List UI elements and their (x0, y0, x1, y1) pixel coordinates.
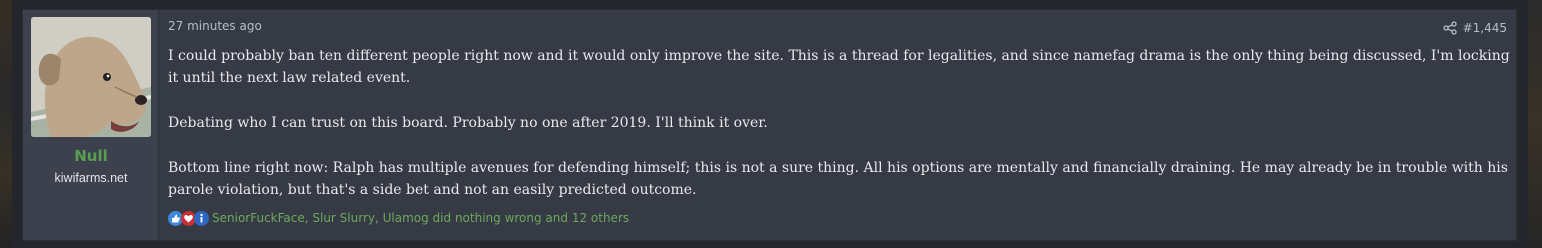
post-paragraph: Bottom line right now: Ralph has multipl… (168, 160, 1508, 198)
user-title: kiwifarms.net (54, 171, 128, 185)
reactions-list-link[interactable]: SeniorFuckFace, Slur Slurry, Ulamog did … (212, 211, 629, 225)
thread-page: Null kiwifarms.net 27 minutes ago #1,445… (0, 0, 1542, 248)
post-timestamp[interactable]: 27 minutes ago (168, 19, 262, 33)
forum-post: Null kiwifarms.net 27 minutes ago #1,445… (22, 9, 1517, 241)
informative-icon (194, 210, 209, 226)
post-body: I could probably ban ten different peopl… (168, 45, 1513, 201)
background-strip-right (1528, 0, 1542, 248)
post-user-cell: Null kiwifarms.net (23, 10, 159, 240)
post-main-cell: 27 minutes ago #1,445 I could probably b… (159, 10, 1516, 240)
reactions-bar[interactable]: SeniorFuckFace, Slur Slurry, Ulamog did … (168, 209, 629, 227)
share-icon[interactable] (1443, 21, 1457, 35)
post-paragraph: Debating who I can trust on this board. … (168, 115, 768, 131)
post-number-link[interactable]: #1,445 (1463, 21, 1507, 35)
dog-avatar-icon (31, 17, 151, 137)
post-paragraph: I could probably ban ten different peopl… (168, 48, 1510, 86)
username[interactable]: Null (23, 147, 159, 165)
user-avatar[interactable] (31, 17, 151, 137)
background-strip-left (0, 0, 12, 248)
